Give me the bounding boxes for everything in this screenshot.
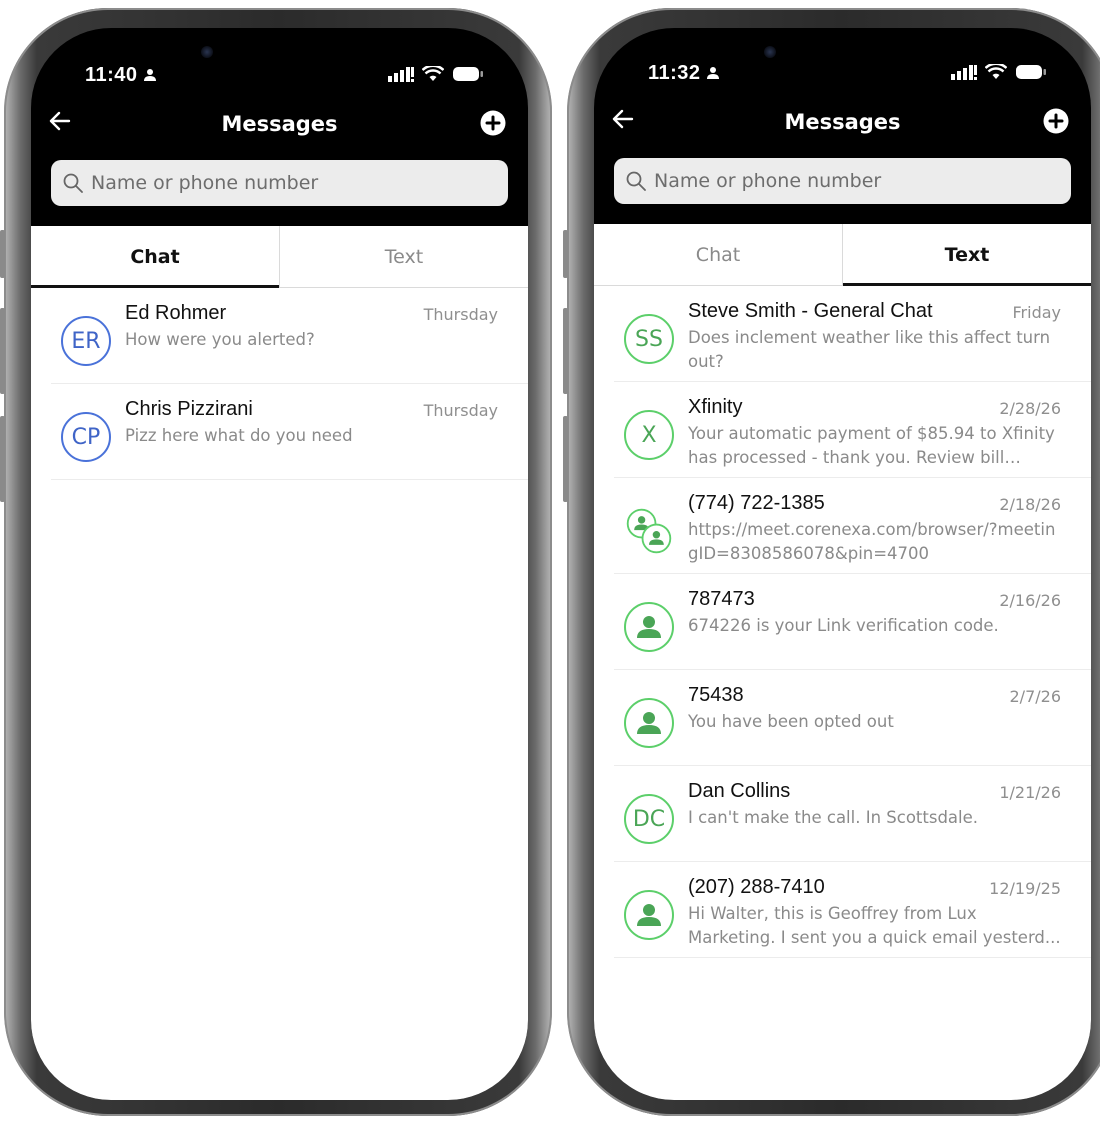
avatar [624,602,674,652]
message-date: Thursday [423,305,498,324]
avatar: DC [624,794,674,844]
conversation-row[interactable]: DC Dan Collins 1/21/26 I can't make the … [614,766,1091,862]
person-icon [637,712,661,734]
front-camera [201,46,213,58]
message-preview: 674226 is your Link verification code. [688,616,999,635]
status-bar: 11:40 [31,64,528,88]
messages-content: Chat Text ER Ed Rohmer Thursday How were… [31,226,528,1100]
wifi-icon [985,64,1007,79]
contact-name: 75438 [688,684,744,706]
page-title: Messages [784,110,901,134]
message-preview: Your automatic payment of $85.94 to Xfin… [688,424,1055,467]
contact-name: Chris Pizzirani [125,398,253,420]
message-date: Thursday [423,401,498,420]
message-preview: https://meet.corenexa.com/browser/?meeti… [688,520,1056,563]
person-icon [637,616,661,638]
conversation-row[interactable]: (774) 722-1385 2/18/26 https://meet.core… [614,478,1091,574]
person-icon [637,904,661,926]
side-button [563,416,568,502]
contact-name: Xfinity [688,396,743,418]
side-button [563,308,568,394]
message-preview: You have been opted out [688,712,894,731]
message-date: Friday [1012,303,1062,322]
avatar: ER [61,316,111,366]
conversation-list: ER Ed Rohmer Thursday How were you alert… [31,288,528,480]
search-bar[interactable] [51,160,508,206]
message-preview: Hi Walter, this is Geoffrey from Lux Mar… [688,904,1061,947]
tab-bar: Chat Text [31,226,528,288]
tab-bar: Chat Text [594,224,1091,286]
wifi-icon [422,66,444,81]
avatar: CP [61,412,111,462]
message-date: 2/18/26 [999,495,1061,514]
contact-name: Steve Smith - General Chat [688,300,933,322]
contact-name: (774) 722-1385 [688,492,825,514]
message-preview: Does inclement weather like this affect … [688,328,1051,371]
conversation-row[interactable]: ER Ed Rohmer Thursday How were you alert… [51,288,528,384]
page-title: Messages [221,112,338,136]
message-preview: Pizz here what do you need [125,426,353,445]
tab-chat[interactable]: Chat [594,224,843,285]
contact-name: Ed Rohmer [125,302,227,324]
search-input[interactable] [654,170,1034,192]
conversation-row[interactable]: 787473 2/16/26 674226 is your Link verif… [614,574,1091,670]
status-time: 11:40 [85,64,138,86]
avatar: X [624,410,674,460]
status-bar: 11:32 [594,62,1091,86]
side-button [563,230,568,278]
conversation-row[interactable]: (207) 288-7410 12/19/25 Hi Walter, this … [614,862,1091,958]
cellular-signal-icon [388,67,414,82]
tab-text[interactable]: Text [843,224,1091,286]
search-icon [63,173,83,193]
message-date: 1/21/26 [999,783,1061,802]
header: Messages [31,104,528,154]
tab-chat[interactable]: Chat [31,226,280,288]
battery-icon [453,67,483,81]
person-status-icon [144,69,156,81]
message-date: 2/16/26 [999,591,1061,610]
contact-name: (207) 288-7410 [688,876,825,898]
conversation-row[interactable]: CP Chris Pizzirani Thursday Pizz here wh… [51,384,528,480]
avatar [624,698,674,748]
front-camera [764,46,776,58]
phone-frame-left: 11:40 Messages Name or phone number Chat… [0,8,552,1116]
search-bar[interactable] [614,158,1071,204]
message-date: 12/19/25 [989,879,1061,898]
message-preview: How were you alerted? [125,330,315,349]
messages-content: Chat Text SS Steve Smith - General Chat … [594,224,1091,1100]
status-time: 11:32 [648,62,701,84]
screen: 11:40 Messages Name or phone number Chat… [31,28,528,1100]
conversation-row[interactable]: X Xfinity 2/28/26 Your automatic payment… [614,382,1091,478]
cellular-signal-icon [951,65,977,80]
message-preview: I can't make the call. In Scottsdale. [688,808,979,827]
header: Messages [594,102,1091,152]
battery-icon [1016,65,1046,79]
person-status-icon [707,67,719,79]
side-button [0,416,5,502]
avatar [624,890,674,940]
avatar: SS [624,314,674,364]
phone-frame-right: 11:32 Messages Name or phone number Chat… [563,8,1100,1116]
search-input[interactable] [91,172,471,194]
screen: 11:32 Messages Name or phone number Chat… [594,28,1091,1100]
side-button [0,308,5,394]
contact-name: 787473 [688,588,755,610]
conversation-row[interactable]: 75438 2/7/26 You have been opted out [614,670,1091,766]
message-date: 2/28/26 [999,399,1061,418]
avatar [624,506,674,556]
new-message-plus-icon[interactable] [480,110,506,136]
tab-text[interactable]: Text [280,226,528,287]
group-person-icon [626,508,672,554]
side-button [0,230,5,278]
contact-name: Dan Collins [688,780,791,802]
conversation-list: SS Steve Smith - General Chat Friday Doe… [594,286,1091,958]
conversation-row[interactable]: SS Steve Smith - General Chat Friday Doe… [614,286,1091,382]
new-message-plus-icon[interactable] [1043,108,1069,134]
search-icon [626,171,646,191]
message-date: 2/7/26 [1009,687,1062,706]
